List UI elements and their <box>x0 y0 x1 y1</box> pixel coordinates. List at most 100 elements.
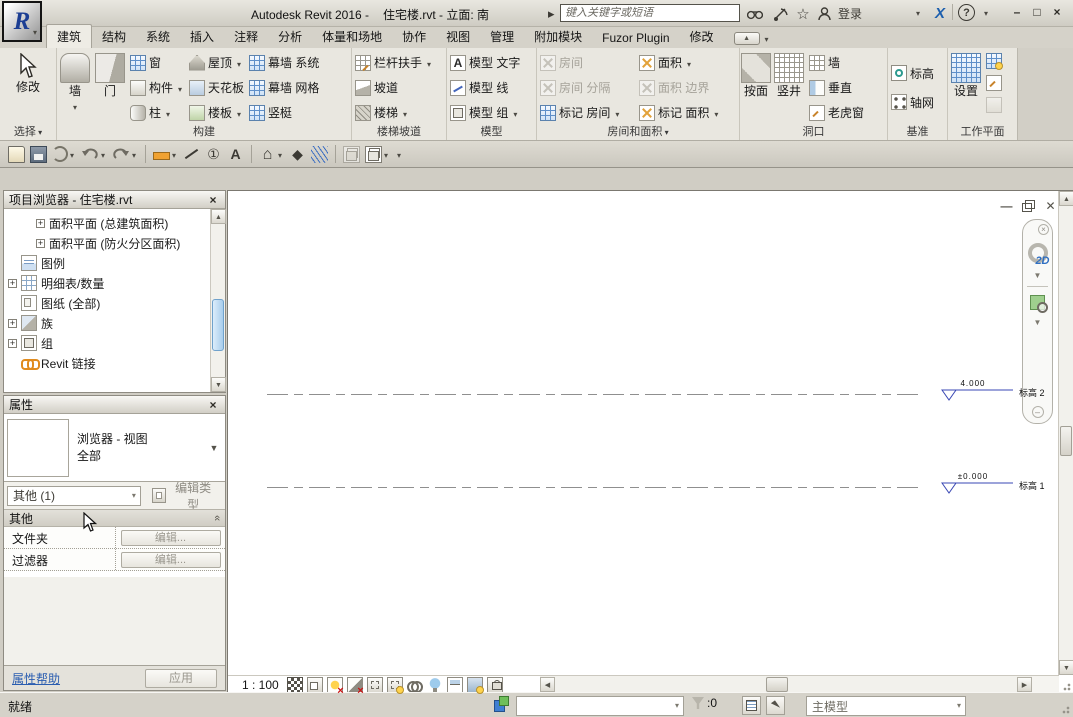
help-icon[interactable]: ? <box>958 4 975 21</box>
reveal-constraints-icon[interactable] <box>487 677 503 693</box>
wall-opening-button[interactable]: 墙 <box>807 50 866 75</box>
view-restore-button[interactable] <box>1022 200 1035 212</box>
signin-dropdown-icon[interactable] <box>914 4 922 23</box>
signin-label[interactable]: 登录 <box>833 4 867 23</box>
thin-lines-button[interactable] <box>309 143 330 165</box>
tab-systems[interactable]: 系统 <box>136 25 180 48</box>
shadows-icon[interactable] <box>347 677 363 693</box>
close-hidden-windows-button[interactable] <box>341 143 362 165</box>
maximize-button[interactable]: □ <box>1028 3 1046 21</box>
tab-massing-site[interactable]: 体量和场地 <box>312 25 392 48</box>
expand-plus-icon[interactable] <box>8 339 17 348</box>
opening-by-face-button[interactable]: 按面 <box>741 50 771 125</box>
level-button[interactable]: 标高 <box>889 61 936 86</box>
tab-annotate[interactable]: 注释 <box>224 25 268 48</box>
ribbon-minimize-dropdown-icon[interactable] <box>763 31 771 45</box>
dormer-opening-button[interactable]: 老虎窗 <box>807 100 866 125</box>
grid-button[interactable]: 轴网 <box>889 90 936 115</box>
undo-button[interactable] <box>79 143 109 165</box>
active-workset-select[interactable] <box>516 696 684 716</box>
search-expand-icon[interactable]: ▸ <box>548 4 555 23</box>
view-minimize-button[interactable]: — <box>1000 200 1013 213</box>
edit-filter-button[interactable]: 编辑... <box>121 552 221 568</box>
tree-item-area-plan-fire[interactable]: 面积平面 (防火分区面积) <box>4 233 210 253</box>
shaft-opening-button[interactable]: 竖井 <box>772 50 806 125</box>
room-button[interactable]: 房间 <box>538 50 636 75</box>
apply-button[interactable]: 应用 <box>145 669 217 688</box>
wheel-dropdown-icon[interactable]: ▼ <box>1034 271 1042 280</box>
temporary-view-properties-icon[interactable] <box>447 677 463 693</box>
search-binoculars-icon[interactable] <box>744 4 766 23</box>
selection-filter-button[interactable]: :0 <box>692 696 717 710</box>
scroll-up-button[interactable]: ▲ <box>1059 191 1073 206</box>
scroll-right-button[interactable]: ▶ <box>1017 677 1032 692</box>
scroll-thumb[interactable] <box>212 299 224 351</box>
tree-item-groups[interactable]: 组 <box>4 333 210 353</box>
edit-folder-button[interactable]: 编辑... <box>121 530 221 546</box>
save-button[interactable] <box>28 143 49 165</box>
navbar-collapse-icon[interactable]: – <box>1032 406 1044 418</box>
temporary-hide-isolate-icon[interactable] <box>407 677 423 693</box>
tree-item-legends[interactable]: 图例 <box>4 253 210 273</box>
ref-plane-button[interactable] <box>984 74 1004 92</box>
crop-view-icon[interactable] <box>367 677 383 693</box>
scroll-down-button[interactable]: ▼ <box>1059 660 1073 675</box>
ribbon-minimize-button[interactable]: ▲ <box>734 32 760 45</box>
floor-button[interactable]: 楼板 <box>187 100 246 125</box>
crop-region-visibility-icon[interactable] <box>387 677 403 693</box>
tab-collaborate[interactable]: 协作 <box>392 25 436 48</box>
tab-manage[interactable]: 管理 <box>480 25 524 48</box>
redo-button[interactable] <box>110 143 140 165</box>
panel-label-room-area[interactable]: 房间和面积 <box>537 125 739 140</box>
design-option-select[interactable]: 主模型 <box>806 696 966 716</box>
type-selector-dropdown-icon[interactable]: ▼ <box>206 443 222 453</box>
tree-item-sheets[interactable]: 图纸 (全部) <box>4 293 210 313</box>
tab-analyze[interactable]: 分析 <box>268 25 312 48</box>
curtain-system-button[interactable]: 幕墙 系统 <box>247 50 321 75</box>
mullion-button[interactable]: 竖梃 <box>247 100 321 125</box>
level-2-annotation[interactable]: 4.000 标高 2 <box>267 376 1067 402</box>
analytical-model-icon[interactable] <box>467 677 483 693</box>
expand-plus-icon[interactable] <box>36 239 45 248</box>
model-line-button[interactable]: 模型 线 <box>448 75 522 100</box>
area-boundary-button[interactable]: 面积 边界 <box>637 75 722 100</box>
edit-type-button[interactable]: 编辑类型 <box>146 486 222 506</box>
search-input[interactable] <box>560 4 740 22</box>
tab-addins[interactable]: 附加模块 <box>524 25 592 48</box>
wall-button[interactable]: 墙 <box>58 50 92 125</box>
sun-path-icon[interactable] <box>327 677 343 693</box>
set-workplane-button[interactable]: 设置 <box>949 50 983 125</box>
tree-item-revit-links[interactable]: Revit 链接 <box>4 353 210 373</box>
tab-insert[interactable]: 插入 <box>180 25 224 48</box>
switch-windows-button[interactable] <box>363 143 392 165</box>
canvas-horizontal-scrollbar[interactable]: ◀ ▶ <box>540 676 1032 693</box>
scroll-left-button[interactable]: ◀ <box>540 677 555 692</box>
model-text-button[interactable]: 模型 文字 <box>448 50 522 75</box>
stair-button[interactable]: 楼梯 <box>353 100 435 125</box>
signin-user-icon[interactable] <box>815 4 833 23</box>
tree-item-schedules[interactable]: 明细表/数量 <box>4 273 210 293</box>
project-browser-header[interactable]: 项目浏览器 - 住宅楼.rvt × <box>4 191 225 209</box>
ceiling-button[interactable]: 天花板 <box>187 75 246 100</box>
scale-button[interactable]: 1 : 100 <box>242 678 279 692</box>
view-close-button[interactable]: ✕ <box>1044 200 1057 213</box>
drawing-area[interactable]: — ✕ × 2D ▼ ▼ – 4.000 标高 2 ±0.000 <box>227 190 1073 692</box>
zoom-icon[interactable] <box>1030 295 1045 310</box>
exchange-apps-icon[interactable]: X <box>930 4 950 23</box>
visual-style-icon[interactable] <box>307 677 323 693</box>
project-browser-scrollbar[interactable]: ▲ ▼ <box>210 209 225 392</box>
panel-label-select[interactable]: 选择 <box>0 125 56 140</box>
vertical-opening-button[interactable]: 垂直 <box>807 75 866 100</box>
area-button[interactable]: 面积 <box>637 50 722 75</box>
reveal-hidden-elements-icon[interactable] <box>427 677 443 693</box>
detail-level-icon[interactable] <box>287 677 303 693</box>
zoom-dropdown-icon[interactable]: ▼ <box>1034 318 1042 327</box>
project-browser-close-icon[interactable]: × <box>206 193 220 207</box>
column-button[interactable]: 柱 <box>128 100 186 125</box>
tree-item-families[interactable]: 族 <box>4 313 210 333</box>
tag-room-button[interactable]: 标记 房间 <box>538 100 636 125</box>
collapse-chevron-icon[interactable]: « <box>211 515 223 521</box>
room-separator-button[interactable]: 房间 分隔 <box>538 75 636 100</box>
modify-button[interactable]: 修改 <box>14 50 42 125</box>
instance-filter-select[interactable]: 其他 (1) <box>7 486 141 506</box>
